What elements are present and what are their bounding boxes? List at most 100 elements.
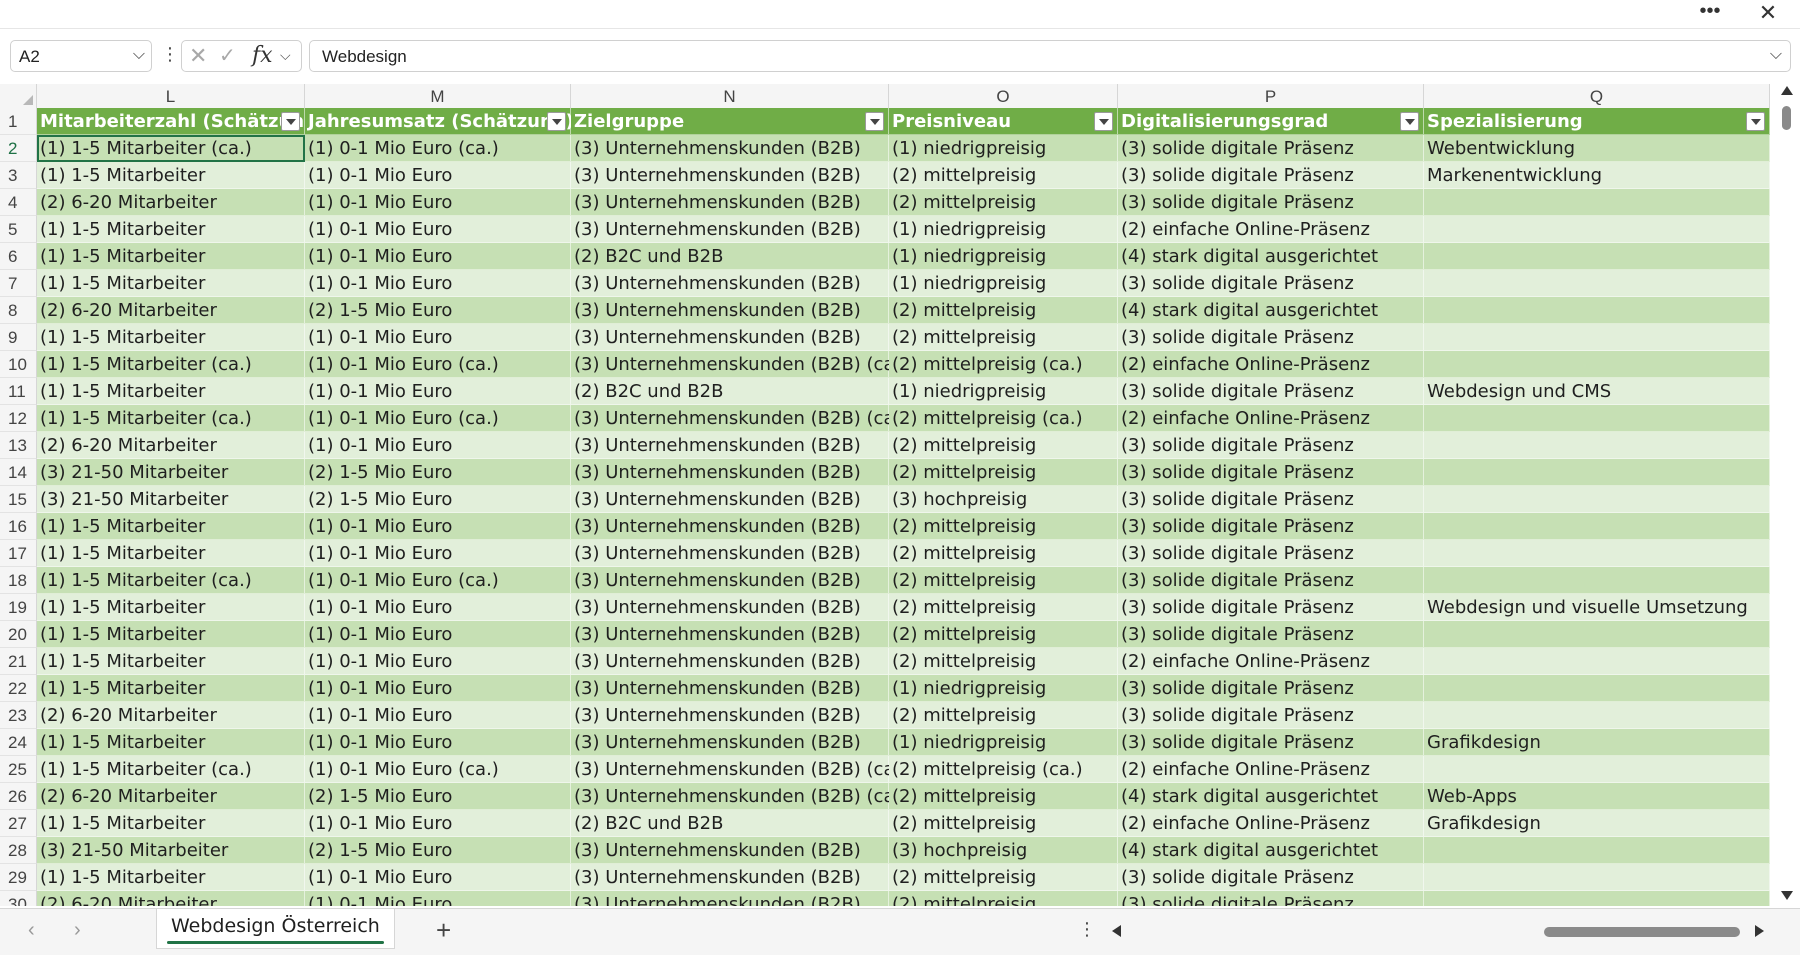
table-cell[interactable]: (3) solide digitale Präsenz xyxy=(1118,324,1424,351)
filter-dropdown-icon[interactable] xyxy=(281,112,300,131)
table-cell[interactable]: Web-Apps xyxy=(1424,783,1770,810)
table-cell[interactable] xyxy=(1424,216,1770,243)
row-number[interactable]: 26 xyxy=(0,783,37,810)
table-cell[interactable]: (1) 1-5 Mitarbeiter xyxy=(37,378,305,405)
table-cell[interactable]: (1) 0-1 Mio Euro xyxy=(305,513,571,540)
filter-dropdown-icon[interactable] xyxy=(865,112,884,131)
table-cell[interactable]: (3) hochpreisig xyxy=(889,486,1118,513)
row-number[interactable]: 9 xyxy=(0,324,37,351)
header-cell[interactable]: Jahresumsatz (Schätzung) xyxy=(305,108,574,135)
row-number[interactable]: 12 xyxy=(0,405,37,432)
table-cell[interactable]: (2) mittelpreisig (ca.) xyxy=(889,351,1118,378)
row-number[interactable]: 25 xyxy=(0,756,37,783)
table-cell[interactable]: (2) 6-20 Mitarbeiter xyxy=(37,702,305,729)
table-cell[interactable]: (2) mittelpreisig xyxy=(889,540,1118,567)
table-cell[interactable]: (2) 1-5 Mio Euro xyxy=(305,486,571,513)
table-cell[interactable]: (1) niedrigpreisig xyxy=(889,270,1118,297)
table-cell[interactable]: (2) 1-5 Mio Euro xyxy=(305,459,571,486)
table-cell[interactable]: (3) Unternehmenskunden (B2B) xyxy=(571,486,889,513)
formula-input[interactable]: Webdesign ⌵ xyxy=(309,40,1791,72)
row-number[interactable]: 6 xyxy=(0,243,37,270)
vertical-dots-icon[interactable]: ⋮ xyxy=(1078,919,1096,940)
row-number[interactable]: 3 xyxy=(0,162,37,189)
table-cell[interactable] xyxy=(1424,540,1770,567)
scroll-down-icon[interactable] xyxy=(1781,891,1793,900)
table-cell[interactable]: (1) 1-5 Mitarbeiter (ca.) xyxy=(37,135,305,162)
table-cell[interactable]: (1) 0-1 Mio Euro xyxy=(305,594,571,621)
table-cell[interactable]: (1) 0-1 Mio Euro xyxy=(305,432,571,459)
table-cell[interactable] xyxy=(1424,756,1770,783)
row-number[interactable]: 29 xyxy=(0,864,37,891)
table-cell[interactable]: (3) Unternehmenskunden (B2B) xyxy=(571,675,889,702)
table-cell[interactable]: (2) 6-20 Mitarbeiter xyxy=(37,783,305,810)
row-number[interactable]: 18 xyxy=(0,567,37,594)
row-number[interactable]: 13 xyxy=(0,432,37,459)
table-cell[interactable]: Webentwicklung xyxy=(1424,135,1770,162)
table-cell[interactable]: (3) solide digitale Präsenz xyxy=(1118,432,1424,459)
table-cell[interactable]: (1) 0-1 Mio Euro xyxy=(305,270,571,297)
row-number[interactable]: 4 xyxy=(0,189,37,216)
table-cell[interactable]: (1) 0-1 Mio Euro xyxy=(305,864,571,891)
table-cell[interactable]: (2) mittelpreisig xyxy=(889,891,1118,906)
header-cell[interactable]: Spezialisierung xyxy=(1424,108,1770,135)
table-cell[interactable]: (2) einfache Online-Präsenz xyxy=(1118,756,1424,783)
table-cell[interactable]: (1) 1-5 Mitarbeiter xyxy=(37,675,305,702)
table-cell[interactable]: (2) 1-5 Mio Euro xyxy=(305,837,571,864)
table-cell[interactable]: (2) mittelpreisig xyxy=(889,567,1118,594)
table-cell[interactable]: (3) Unternehmenskunden (B2B) xyxy=(571,837,889,864)
table-cell[interactable]: (1) 1-5 Mitarbeiter (ca.) xyxy=(37,567,305,594)
table-cell[interactable]: (4) stark digital ausgerichtet xyxy=(1118,243,1424,270)
table-cell[interactable]: (3) Unternehmenskunden (B2B) (ca.) xyxy=(571,405,907,432)
table-cell[interactable]: Webdesign und CMS xyxy=(1424,378,1770,405)
filter-dropdown-icon[interactable] xyxy=(547,112,566,131)
insert-function-icon[interactable]: fx xyxy=(252,43,273,68)
column-header-l[interactable]: L xyxy=(37,84,305,108)
table-cell[interactable]: (1) 1-5 Mitarbeiter (ca.) xyxy=(37,351,305,378)
scroll-left-icon[interactable] xyxy=(1112,925,1121,937)
table-cell[interactable]: (1) 1-5 Mitarbeiter xyxy=(37,648,305,675)
table-cell[interactable]: (2) mittelpreisig xyxy=(889,594,1118,621)
table-cell[interactable]: (2) B2C und B2B xyxy=(571,810,889,837)
table-cell[interactable]: (2) einfache Online-Präsenz xyxy=(1118,351,1424,378)
table-cell[interactable]: (1) 0-1 Mio Euro xyxy=(305,243,571,270)
table-cell[interactable]: (3) Unternehmenskunden (B2B) xyxy=(571,216,889,243)
table-cell[interactable]: (2) B2C und B2B xyxy=(571,378,889,405)
table-cell[interactable] xyxy=(1424,243,1770,270)
chevron-left-icon[interactable]: ‹ xyxy=(28,919,35,942)
table-cell[interactable] xyxy=(1424,513,1770,540)
table-cell[interactable]: (1) 1-5 Mitarbeiter xyxy=(37,621,305,648)
table-cell[interactable]: (3) solide digitale Präsenz xyxy=(1118,189,1424,216)
table-cell[interactable]: (3) solide digitale Präsenz xyxy=(1118,729,1424,756)
table-cell[interactable] xyxy=(1424,351,1770,378)
table-cell[interactable]: (3) Unternehmenskunden (B2B) xyxy=(571,162,889,189)
table-cell[interactable]: Webdesign und visuelle Umsetzung xyxy=(1424,594,1770,621)
table-cell[interactable]: (3) Unternehmenskunden (B2B) xyxy=(571,891,889,906)
vertical-scroll-thumb[interactable] xyxy=(1782,106,1791,130)
table-cell[interactable]: (1) 1-5 Mitarbeiter xyxy=(37,864,305,891)
row-number[interactable]: 8 xyxy=(0,297,37,324)
table-cell[interactable]: (3) Unternehmenskunden (B2B) xyxy=(571,432,889,459)
column-header-p[interactable]: P xyxy=(1118,84,1424,108)
table-cell[interactable]: (3) Unternehmenskunden (B2B) xyxy=(571,702,889,729)
scroll-right-icon[interactable] xyxy=(1755,925,1764,937)
table-cell[interactable]: (1) 0-1 Mio Euro xyxy=(305,675,571,702)
table-cell[interactable]: (2) 1-5 Mio Euro xyxy=(305,297,571,324)
table-cell[interactable]: (3) solide digitale Präsenz xyxy=(1118,135,1424,162)
vertical-dots-icon[interactable]: ⋮ xyxy=(161,44,179,65)
table-cell[interactable] xyxy=(1424,297,1770,324)
table-cell[interactable]: (2) 6-20 Mitarbeiter xyxy=(37,297,305,324)
table-cell[interactable]: (3) solide digitale Präsenz xyxy=(1118,270,1424,297)
chevron-down-icon[interactable]: ⌵ xyxy=(133,46,145,64)
table-cell[interactable]: (2) einfache Online-Präsenz xyxy=(1118,405,1424,432)
table-cell[interactable] xyxy=(1424,324,1770,351)
filter-dropdown-icon[interactable] xyxy=(1400,112,1419,131)
table-cell[interactable]: (1) 1-5 Mitarbeiter xyxy=(37,324,305,351)
table-cell[interactable]: Grafikdesign xyxy=(1424,810,1770,837)
table-cell[interactable]: (4) stark digital ausgerichtet xyxy=(1118,837,1424,864)
cancel-icon[interactable]: ✕ xyxy=(189,43,207,69)
table-cell[interactable]: (1) 0-1 Mio Euro (ca.) xyxy=(305,351,571,378)
table-cell[interactable]: (1) niedrigpreisig xyxy=(889,675,1118,702)
column-header-o[interactable]: O xyxy=(889,84,1118,108)
close-icon[interactable]: ✕ xyxy=(1750,1,1786,25)
table-cell[interactable]: (3) solide digitale Präsenz xyxy=(1118,594,1424,621)
